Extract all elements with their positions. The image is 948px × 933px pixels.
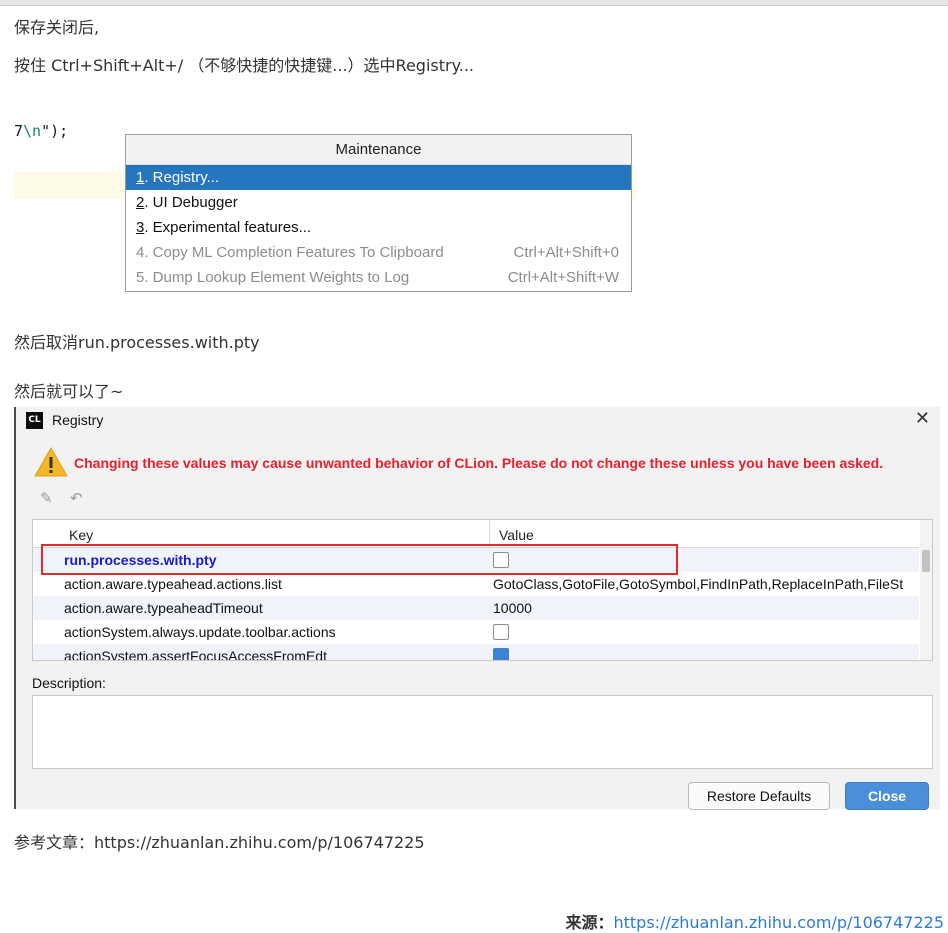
row-key: action.aware.typeaheadTimeout: [64, 600, 263, 616]
close-button[interactable]: Close: [845, 782, 929, 810]
registry-table: Key Value run.processes.with.pty action.…: [32, 519, 933, 661]
code-fragment: 7\n");: [14, 122, 68, 140]
article-line-uncheck: 然后取消run.processes.with.pty: [14, 333, 260, 352]
table-row[interactable]: action.aware.typeahead.actions.list Goto…: [33, 572, 919, 596]
revert-icon[interactable]: ↶: [70, 489, 83, 507]
item-label: . Registry...: [144, 169, 220, 186]
table-row[interactable]: action.aware.typeaheadTimeout 10000: [33, 596, 919, 620]
item-shortcut: Ctrl+Alt+Shift+0: [513, 244, 619, 261]
article-line-shortcut: 按住 Ctrl+Shift+Alt+/ （不够快捷的快捷键...）选中Regis…: [14, 56, 475, 75]
code-suffix: ");: [41, 122, 69, 140]
annotation-highlight-box: [41, 544, 678, 575]
article-line-save-close: 保存关闭后,: [14, 18, 100, 37]
description-area[interactable]: [32, 695, 933, 769]
item-label: . Copy ML Completion Features To Clipboa…: [144, 244, 444, 261]
row-value-checkbox[interactable]: [493, 648, 509, 660]
code-prefix: 7: [14, 122, 24, 140]
table-row[interactable]: actionSystem.assertFocusAccessFromEdt: [33, 644, 919, 661]
table-row[interactable]: actionSystem.always.update.toolbar.actio…: [33, 620, 919, 644]
popup-item-dump-lookup: 5. Dump Lookup Element Weights to Log Ctr…: [126, 265, 631, 290]
source-link[interactable]: https://zhuanlan.zhihu.com/p/106747225: [613, 913, 944, 932]
warning-icon: [34, 447, 68, 477]
maintenance-popup: Maintenance 1. Registry... 2. UI Debugge…: [125, 134, 632, 292]
article-line-done: 然后就可以了~: [14, 382, 124, 401]
cropped-toolbar-strip: [0, 0, 948, 6]
row-value[interactable]: GotoClass,GotoFile,GotoSymbol,FindInPath…: [493, 576, 903, 592]
row-key: action.aware.typeahead.actions.list: [64, 576, 282, 592]
row-value[interactable]: 10000: [493, 600, 532, 616]
registry-dialog: CL Registry ✕ Changing these values may …: [14, 407, 940, 810]
clion-logo-icon: CL: [26, 412, 43, 429]
edit-icon[interactable]: ✎: [40, 489, 53, 507]
popup-item-registry[interactable]: 1. Registry...: [126, 165, 631, 190]
column-header-value[interactable]: Value: [499, 527, 534, 543]
code-escape: \n: [23, 122, 42, 140]
dialog-titlebar: CL Registry ✕: [16, 407, 940, 433]
column-header-key[interactable]: Key: [69, 527, 93, 543]
source-label: 来源：: [565, 913, 614, 932]
row-key: actionSystem.always.update.toolbar.actio…: [64, 624, 336, 640]
item-shortcut: Ctrl+Alt+Shift+W: [507, 269, 619, 286]
row-key: actionSystem.assertFocusAccessFromEdt: [64, 648, 327, 661]
dialog-title: Registry: [52, 412, 104, 428]
item-label: . Dump Lookup Element Weights to Log: [144, 269, 410, 286]
item-label: . Experimental features...: [144, 219, 312, 236]
popup-item-copy-ml: 4. Copy ML Completion Features To Clipbo…: [126, 240, 631, 265]
column-separator: [489, 520, 490, 547]
scrollbar-thumb[interactable]: [922, 550, 930, 572]
popup-item-experimental[interactable]: 3. Experimental features...: [126, 215, 631, 240]
description-label: Description:: [32, 675, 106, 691]
warning-message: Changing these values may cause unwanted…: [74, 455, 884, 471]
restore-defaults-button[interactable]: Restore Defaults: [688, 782, 830, 810]
popup-item-ui-debugger[interactable]: 2. UI Debugger: [126, 190, 631, 215]
popup-title: Maintenance: [126, 135, 631, 165]
close-icon[interactable]: ✕: [915, 408, 930, 429]
row-value-checkbox[interactable]: [493, 624, 509, 640]
item-label: . UI Debugger: [144, 194, 238, 211]
table-scrollbar[interactable]: [920, 520, 932, 660]
reference-line: 参考文章：https://zhuanlan.zhihu.com/p/106747…: [14, 833, 425, 852]
source-line: 来源：https://zhuanlan.zhihu.com/p/10674722…: [565, 909, 944, 933]
